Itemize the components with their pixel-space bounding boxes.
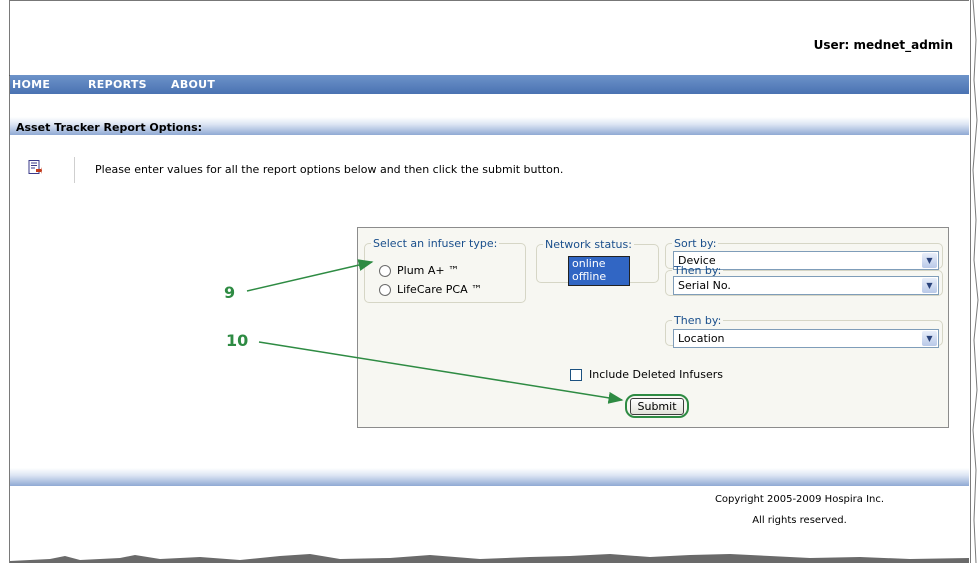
annotation-9: 9: [224, 283, 236, 302]
arrow-9: [246, 259, 374, 292]
torn-edge: [10, 554, 969, 563]
arrow-10: [258, 341, 624, 404]
copyright-text: Copyright 2005-2009 Hospira Inc.: [714, 494, 885, 505]
footer-bar: [10, 468, 969, 486]
annotation-10: 10: [226, 331, 249, 350]
torn-edge-right: [972, 0, 979, 563]
rights-text: All rights reserved.: [752, 515, 847, 526]
